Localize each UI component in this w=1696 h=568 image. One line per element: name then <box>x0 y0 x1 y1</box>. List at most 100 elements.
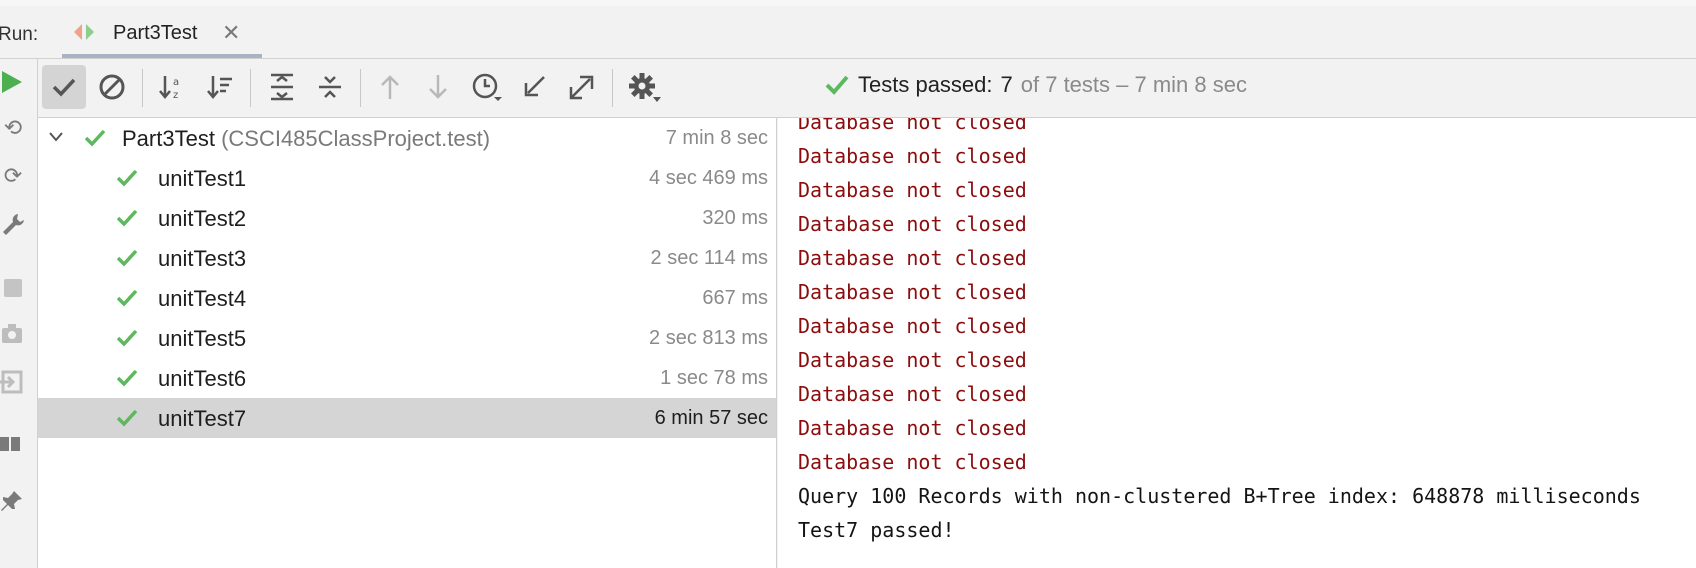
rerun-play-icon[interactable] <box>0 69 26 95</box>
passed-check-icon <box>116 409 138 427</box>
passed-check-icon <box>116 329 138 347</box>
toolbar-separator <box>360 69 361 107</box>
test-config-icon <box>74 24 94 40</box>
export-results-button[interactable] <box>560 65 604 109</box>
sort-alpha-icon: az <box>159 76 179 101</box>
svg-text:z: z <box>173 90 178 101</box>
console-line: Database not closed <box>798 212 1027 236</box>
toolbar-separator <box>612 69 613 107</box>
export-icon <box>569 75 594 100</box>
previous-failed-button[interactable] <box>368 65 412 109</box>
test-duration: 1 sec 78 ms <box>660 367 768 389</box>
test-row-selected[interactable]: unitTest7 6 min 57 sec <box>38 398 776 438</box>
wrench-icon[interactable] <box>0 211 26 237</box>
test-duration: 320 ms <box>702 207 768 229</box>
console-line: Database not closed <box>798 416 1027 440</box>
gear-icon <box>629 73 661 102</box>
test-name: unitTest3 <box>158 246 247 271</box>
root-test-name: Part3Test <box>122 126 215 151</box>
console-line: Test7 passed! <box>798 518 955 542</box>
passed-check-icon <box>116 369 138 387</box>
root-package: (CSCI485ClassProject.test) <box>221 126 491 151</box>
test-duration: 2 sec 114 ms <box>650 247 768 269</box>
sort-alphabetically-button[interactable]: az <box>150 65 194 109</box>
next-failed-button[interactable] <box>416 65 460 109</box>
run-label: Run: <box>0 24 39 45</box>
passed-check-icon <box>116 249 138 267</box>
layout-icon[interactable] <box>0 431 26 457</box>
test-tree: Part3Test (CSCI485ClassProject.test) 7 m… <box>38 118 777 568</box>
test-name: unitTest6 <box>158 366 247 391</box>
collapse-all-button[interactable] <box>308 65 352 109</box>
close-tab-icon[interactable]: ✕ <box>222 20 240 46</box>
test-runner-toolbar: az Tests passed: 7 of 7 tests – 7 min 8 … <box>38 59 1696 118</box>
svg-text:a: a <box>173 77 179 88</box>
expand-all-button[interactable] <box>260 65 304 109</box>
tree-root-row[interactable]: Part3Test (CSCI485ClassProject.test) 7 m… <box>38 118 776 158</box>
console-line: Database not closed <box>798 314 1027 338</box>
root-duration: 7 min 8 sec <box>665 127 768 149</box>
status-passed-count: 7 <box>1000 72 1013 97</box>
arrow-up-icon <box>381 75 399 99</box>
test-name: unitTest5 <box>158 326 247 351</box>
console-line: Database not closed <box>798 450 1027 474</box>
toggle-auto-test-icon[interactable]: ⟳ <box>0 163 26 189</box>
test-duration: 4 sec 469 ms <box>649 167 768 189</box>
sort-duration-icon <box>207 76 232 99</box>
ignored-icon <box>99 74 125 100</box>
toolbar-separator <box>250 69 251 107</box>
test-name: unitTest7 <box>158 406 247 431</box>
import-icon <box>524 76 545 97</box>
console-output[interactable]: Database not closed Database not closed … <box>778 118 1696 568</box>
console-line: Database not closed <box>798 280 1027 304</box>
import-tests-button[interactable] <box>512 65 556 109</box>
console-line: Database not closed <box>798 178 1027 202</box>
console-line: Database not closed <box>798 118 1027 134</box>
camera-icon[interactable] <box>0 321 26 347</box>
console-line: Database not closed <box>798 144 1027 168</box>
tree-root-label: Part3Test (CSCI485ClassProject.test) <box>122 126 490 152</box>
test-row[interactable]: unitTest3 2 sec 114 ms <box>38 238 776 278</box>
sort-by-duration-button[interactable] <box>198 65 242 109</box>
passed-check-icon <box>116 169 138 187</box>
test-row[interactable]: unitTest6 1 sec 78 ms <box>38 358 776 398</box>
show-ignored-button[interactable] <box>90 65 134 109</box>
active-tab-indicator <box>62 54 262 58</box>
passed-check-icon <box>116 209 138 227</box>
console-line: Database not closed <box>798 348 1027 372</box>
passed-check-icon <box>825 75 849 95</box>
show-passed-button[interactable] <box>42 65 86 109</box>
console-line: Database not closed <box>798 246 1027 270</box>
passed-check-icon <box>84 129 106 147</box>
chevron-down-icon[interactable] <box>48 130 64 144</box>
test-duration: 667 ms <box>702 287 768 309</box>
test-row[interactable]: unitTest4 667 ms <box>38 278 776 318</box>
stop-icon[interactable] <box>0 275 26 301</box>
test-history-button[interactable] <box>464 65 508 109</box>
console-line: Query 100 Records with non-clustered B+T… <box>798 484 1641 508</box>
run-actions-sidebar: ⟲ ⟳ <box>0 59 38 568</box>
toolbar-separator <box>142 69 143 107</box>
passed-check-icon <box>116 289 138 307</box>
collapse-all-icon <box>319 76 341 98</box>
run-tab-title: Part3Test <box>113 22 198 44</box>
test-name: unitTest4 <box>158 286 247 311</box>
test-row[interactable]: unitTest2 320 ms <box>38 198 776 238</box>
pin-icon[interactable] <box>0 489 26 515</box>
test-status: Tests passed: 7 of 7 tests – 7 min 8 sec <box>824 72 1247 98</box>
expand-all-icon <box>271 73 293 101</box>
test-name: unitTest2 <box>158 206 247 231</box>
status-summary: of 7 tests – 7 min 8 sec <box>1020 72 1247 97</box>
test-row[interactable]: unitTest5 2 sec 813 ms <box>38 318 776 358</box>
console-line: Database not closed <box>798 382 1027 406</box>
test-duration: 6 min 57 sec <box>654 407 768 429</box>
status-prefix: Tests passed: <box>858 72 993 97</box>
clock-history-icon <box>472 73 502 101</box>
test-duration: 2 sec 813 ms <box>649 327 768 349</box>
exit-icon[interactable] <box>0 369 26 395</box>
check-icon <box>52 78 76 97</box>
test-row[interactable]: unitTest1 4 sec 469 ms <box>38 158 776 198</box>
rerun-failed-icon[interactable]: ⟲ <box>0 115 26 141</box>
arrow-down-icon <box>429 75 447 99</box>
settings-button[interactable] <box>622 65 666 109</box>
